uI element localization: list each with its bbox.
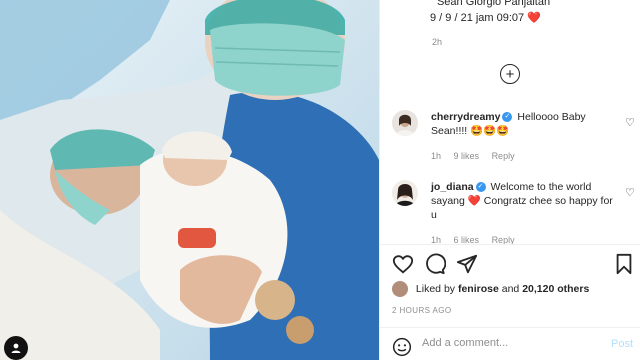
photo-tag-icon[interactable] xyxy=(4,336,28,360)
heart-icon[interactable] xyxy=(392,253,414,280)
post-photo[interactable] xyxy=(0,0,379,360)
comment-icon[interactable] xyxy=(424,253,447,280)
comment-time[interactable]: 1h xyxy=(431,151,441,161)
photo-illustration xyxy=(0,0,379,360)
comment-meta: 1h 9 likes Reply xyxy=(431,151,525,161)
comment-like-heart-icon[interactable]: ♡ xyxy=(625,116,635,129)
divider xyxy=(380,327,640,328)
comment-username[interactable]: cherrydreamy xyxy=(431,111,500,123)
plus-circle-icon[interactable]: + xyxy=(500,64,520,84)
likes-middle: and xyxy=(501,282,520,295)
post-details-panel: " Sean Giorgio Panjaitan " 9 / 9 / 21 ja… xyxy=(379,0,640,360)
post-comment-button[interactable]: Post xyxy=(611,338,633,350)
verified-badge-icon: ✓ xyxy=(502,112,513,123)
caption-line-1: " Sean Giorgio Panjaitan " xyxy=(430,0,558,8)
liker-username[interactable]: fenirose xyxy=(458,283,499,295)
caption-time[interactable]: 2h xyxy=(432,37,442,47)
comment-text: cherrydreamy ✓ Helloooo Baby Sean!!!! 🤩🤩🤩 xyxy=(431,110,621,138)
divider xyxy=(380,244,640,245)
post-actions xyxy=(392,253,632,277)
caption-heart-emoji: ❤️ xyxy=(527,12,541,24)
comment-likes[interactable]: 9 likes xyxy=(454,151,480,161)
comment-reply-button[interactable]: Reply xyxy=(492,151,515,161)
comment-emojis: 🤩🤩🤩 xyxy=(470,125,510,137)
smiley-icon[interactable] xyxy=(392,337,412,362)
add-comment-bar: Post xyxy=(380,330,640,360)
comment-like-heart-icon[interactable]: ♡ xyxy=(625,186,635,199)
bookmark-icon[interactable] xyxy=(614,253,634,280)
comment-username[interactable]: jo_diana xyxy=(431,181,474,193)
liker-avatar[interactable] xyxy=(392,281,408,297)
comment-text: jo_diana ✓ Welcome to the world sayang ❤️… xyxy=(431,180,621,222)
comment-heart-emoji: ❤️ xyxy=(467,195,481,207)
likes-count[interactable]: 20,120 others xyxy=(522,283,589,295)
likes-summary: Liked by fenirose and 20,120 others xyxy=(392,281,589,297)
likes-prefix: Liked by xyxy=(415,282,456,295)
post-timestamp[interactable]: 2 HOURS AGO xyxy=(392,306,452,315)
commenter-avatar[interactable] xyxy=(392,180,418,206)
verified-badge-icon: ✓ xyxy=(475,182,486,193)
commenter-avatar[interactable] xyxy=(392,110,418,136)
caption-line-2: 9 / 9 / 21 jam 09:07 ❤️ xyxy=(430,11,541,25)
add-comment-input[interactable] xyxy=(422,337,592,349)
caption-date: 9 / 9 / 21 jam 09:07 xyxy=(430,12,525,24)
share-icon[interactable] xyxy=(456,253,478,280)
